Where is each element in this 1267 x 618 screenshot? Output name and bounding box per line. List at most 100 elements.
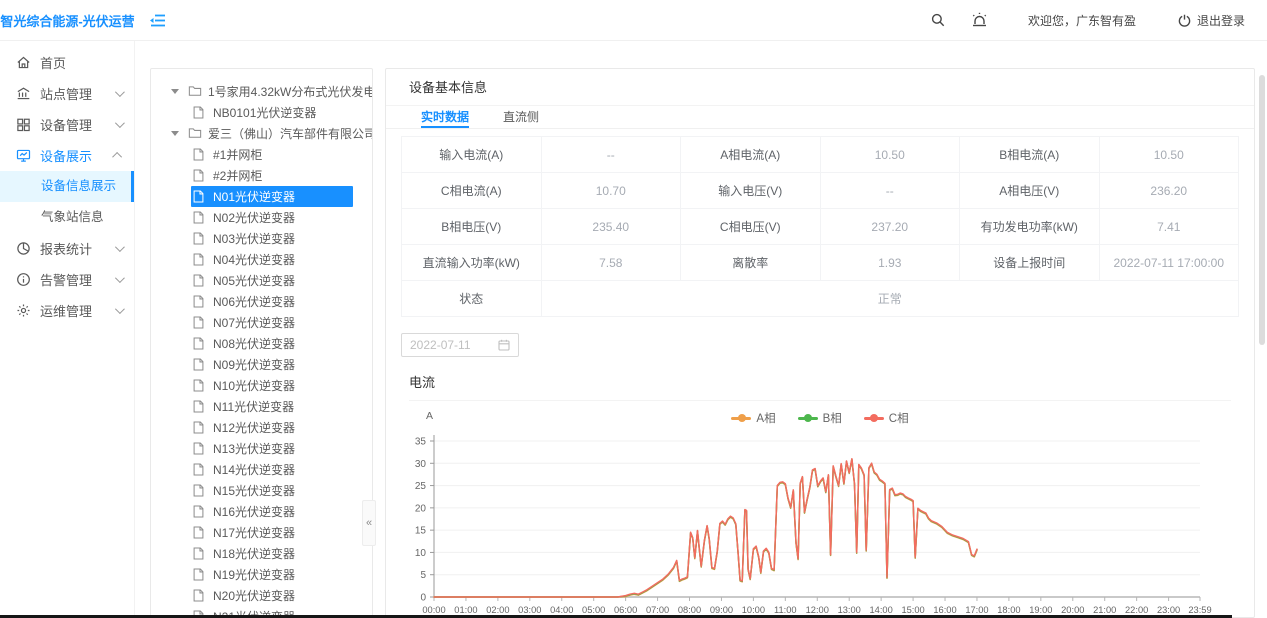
chevron-down-icon xyxy=(115,118,125,128)
display-icon xyxy=(16,148,31,163)
chevron-down-icon xyxy=(115,87,125,97)
svg-text:06:00: 06:00 xyxy=(614,605,637,615)
file-icon xyxy=(193,400,207,414)
folder-icon xyxy=(188,85,202,99)
tree-node-label: N19光伏逆变器 xyxy=(213,566,295,583)
svg-text:14:00: 14:00 xyxy=(870,605,893,615)
tree-node-label: NB0101光伏逆变器 xyxy=(213,104,316,121)
svg-text:00:00: 00:00 xyxy=(422,605,445,615)
info-value: 7.41 xyxy=(1100,209,1240,245)
legend-item-A相[interactable]: A相 xyxy=(731,410,775,426)
sidebar-item-1[interactable]: 站点管理 xyxy=(0,78,134,109)
file-icon xyxy=(193,379,207,393)
legend-item-B相[interactable]: B相 xyxy=(798,410,842,426)
tree-device-node[interactable]: #1并网柜 xyxy=(151,144,372,165)
tree-device-node[interactable]: N07光伏逆变器 xyxy=(151,312,372,333)
menu-fold-icon[interactable] xyxy=(149,13,166,28)
site-icon xyxy=(16,86,31,101)
sidebar-menu: 首页站点管理设备管理设备展示设备信息展示气象站信息报表统计告警管理运维管理 xyxy=(0,41,135,618)
tree-device-node[interactable]: N15光伏逆变器 xyxy=(151,480,372,501)
tab-realtime-data[interactable]: 实时数据 xyxy=(421,106,469,128)
sidebar-subitem-0[interactable]: 设备信息展示 xyxy=(0,171,134,202)
tree-device-node[interactable]: N06光伏逆变器 xyxy=(151,291,372,312)
tree-device-node[interactable]: NB0101光伏逆变器 xyxy=(151,102,372,123)
tree-device-node[interactable]: N12光伏逆变器 xyxy=(151,417,372,438)
info-label: A相电压(V) xyxy=(960,173,1100,209)
sidebar-item-6[interactable]: 运维管理 xyxy=(0,295,134,326)
tree-device-node[interactable]: N13光伏逆变器 xyxy=(151,438,372,459)
series-line-C相 xyxy=(434,459,977,597)
tree-node-label: N03光伏逆变器 xyxy=(213,230,295,247)
tree-device-node[interactable]: N03光伏逆变器 xyxy=(151,228,372,249)
svg-text:23:59: 23:59 xyxy=(1188,605,1211,615)
tree-device-node[interactable]: N09光伏逆变器 xyxy=(151,354,372,375)
tree-device-node[interactable]: N20光伏逆变器 xyxy=(151,585,372,606)
logout-button[interactable]: 退出登录 xyxy=(1178,12,1245,29)
svg-text:12:00: 12:00 xyxy=(806,605,829,615)
file-icon xyxy=(193,148,207,162)
tree-node-label: N06光伏逆变器 xyxy=(213,293,295,310)
ops-icon xyxy=(16,303,31,318)
alarm-icon[interactable] xyxy=(971,12,988,28)
tree-device-node[interactable]: N17光伏逆变器 xyxy=(151,522,372,543)
vertical-scrollbar[interactable] xyxy=(1259,75,1265,345)
file-icon xyxy=(193,505,207,519)
info-label: 输入电流(A) xyxy=(402,137,542,173)
legend-item-C相[interactable]: C相 xyxy=(864,410,909,426)
tree-device-node[interactable]: N16光伏逆变器 xyxy=(151,501,372,522)
tree-device-node[interactable]: N14光伏逆变器 xyxy=(151,459,372,480)
tab-dc-side[interactable]: 直流侧 xyxy=(503,106,539,128)
tree-node-label: N13光伏逆变器 xyxy=(213,440,295,457)
tree-station-0[interactable]: 1号家用4.32kW分布式光伏发电站 xyxy=(151,81,372,102)
svg-text:15: 15 xyxy=(415,526,427,537)
tree-device-node[interactable]: N19光伏逆变器 xyxy=(151,564,372,585)
svg-text:0: 0 xyxy=(420,593,426,604)
app-logo: 智光综合能源-光伏运营 xyxy=(0,11,135,30)
svg-text:03:00: 03:00 xyxy=(518,605,541,615)
tree-node-label: 爱三（佛山）汽车部件有限公司光伏发 xyxy=(208,125,373,142)
tree-device-node[interactable]: #2并网柜 xyxy=(151,165,372,186)
info-value: 237.20 xyxy=(821,209,961,245)
tree-device-node[interactable]: N04光伏逆变器 xyxy=(151,249,372,270)
tree-device-node[interactable]: N01光伏逆变器 xyxy=(151,186,372,207)
tree-device-node[interactable]: N18光伏逆变器 xyxy=(151,543,372,564)
date-picker[interactable]: 2022-07-11 xyxy=(401,333,519,357)
sidebar-item-3[interactable]: 设备展示 xyxy=(0,140,134,171)
sidebar-item-0[interactable]: 首页 xyxy=(0,47,134,78)
tree-device-node[interactable]: N10光伏逆变器 xyxy=(151,375,372,396)
file-icon xyxy=(193,232,207,246)
file-icon xyxy=(193,295,207,309)
tree-collapse-handle[interactable]: « xyxy=(362,500,376,546)
svg-text:20: 20 xyxy=(415,503,427,514)
tree-device-node[interactable]: N11光伏逆变器 xyxy=(151,396,372,417)
info-value: 1.93 xyxy=(821,245,961,281)
svg-text:15:00: 15:00 xyxy=(901,605,924,615)
file-icon xyxy=(193,568,207,582)
info-value: 236.20 xyxy=(1100,173,1240,209)
tree-device-node[interactable]: N05光伏逆变器 xyxy=(151,270,372,291)
tree-station-1[interactable]: 爱三（佛山）汽车部件有限公司光伏发 xyxy=(151,123,372,144)
svg-text:09:00: 09:00 xyxy=(710,605,733,615)
info-value: 10.70 xyxy=(542,173,682,209)
file-icon xyxy=(193,526,207,540)
sidebar-item-5[interactable]: 告警管理 xyxy=(0,264,134,295)
tree-node-label: N02光伏逆变器 xyxy=(213,209,295,226)
tree-device-node[interactable]: N02光伏逆变器 xyxy=(151,207,372,228)
calendar-icon xyxy=(498,339,510,351)
sidebar-subitem-1[interactable]: 气象站信息 xyxy=(0,202,134,233)
sidebar-item-2[interactable]: 设备管理 xyxy=(0,109,134,140)
tree-device-node[interactable]: N08光伏逆变器 xyxy=(151,333,372,354)
date-picker-value: 2022-07-11 xyxy=(410,338,471,352)
svg-text:01:00: 01:00 xyxy=(454,605,477,615)
sidebar-item-label: 首页 xyxy=(40,53,122,72)
tree-node-label: N20光伏逆变器 xyxy=(213,587,295,604)
svg-text:35: 35 xyxy=(415,437,427,448)
chart-container: 0510152025303500:0001:0002:0003:0004:000… xyxy=(392,429,1254,618)
svg-text:5: 5 xyxy=(420,570,426,581)
welcome-text: 欢迎您，广东智有盈 xyxy=(1028,12,1136,29)
sidebar-item-4[interactable]: 报表统计 xyxy=(0,233,134,264)
poweroff-icon xyxy=(1178,14,1191,27)
sidebar-item-label: 运维管理 xyxy=(40,301,115,320)
tree-node-label: #2并网柜 xyxy=(213,167,262,184)
search-icon[interactable] xyxy=(931,13,945,27)
